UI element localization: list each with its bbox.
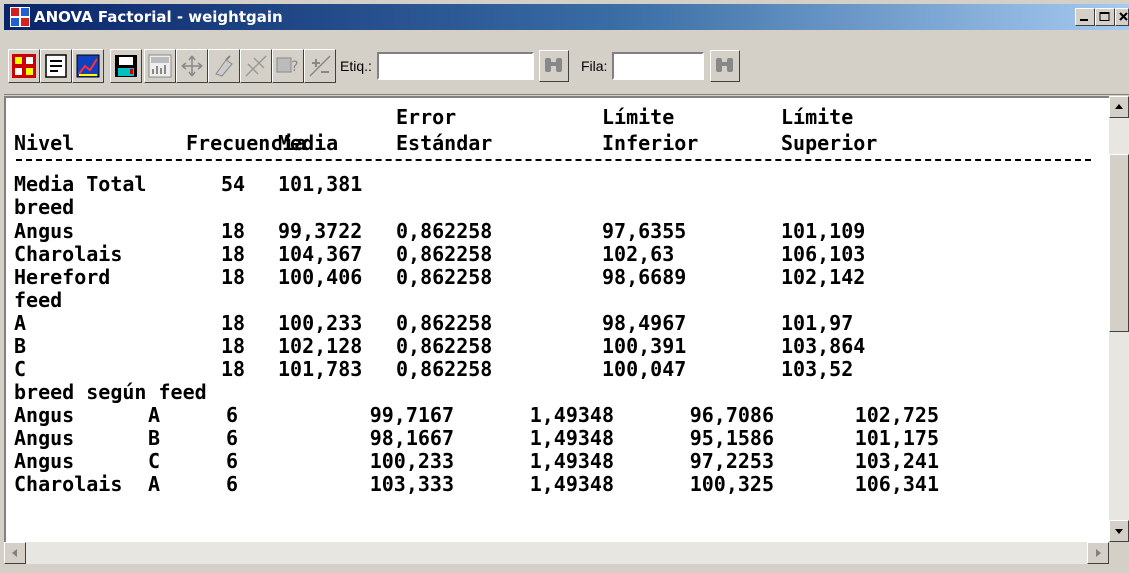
brush-icon bbox=[215, 55, 233, 77]
table-icon bbox=[148, 54, 172, 78]
header-nivel: Nivel bbox=[14, 131, 75, 155]
scatter-button[interactable] bbox=[176, 49, 208, 83]
close-icon bbox=[1119, 12, 1128, 21]
maximize-button[interactable] bbox=[1095, 8, 1115, 26]
save-results-icon bbox=[115, 55, 137, 77]
cell-frecuencia: 18 bbox=[221, 357, 246, 381]
cell-frecuencia: 6 bbox=[225, 472, 238, 496]
fila-input[interactable] bbox=[612, 52, 704, 80]
close-button[interactable] bbox=[1115, 8, 1129, 26]
svg-text:?: ? bbox=[291, 59, 298, 75]
etiq-label: Etiq.: bbox=[340, 58, 372, 74]
plus-minus-button[interactable] bbox=[304, 49, 336, 83]
smooth-icon bbox=[245, 55, 267, 77]
header-media: Media bbox=[278, 131, 339, 155]
cell-error: 0,862258 bbox=[396, 265, 493, 289]
scatter-icon bbox=[181, 55, 203, 77]
header-inferior-1: Límite bbox=[602, 105, 675, 129]
cell-error: 1,49348 bbox=[529, 472, 614, 496]
cell-media: 101,783 bbox=[278, 357, 363, 381]
toolbar: ? Etiq.: Fila: bbox=[4, 32, 1129, 95]
cell-media: 100,406 bbox=[278, 265, 363, 289]
cell-superior: 106,341 bbox=[854, 472, 939, 496]
arrow-left-icon bbox=[12, 549, 17, 557]
cell-inferior: 100,047 bbox=[602, 357, 687, 381]
horizontal-scrollbar[interactable] bbox=[4, 542, 1109, 564]
fila-find-button[interactable] bbox=[710, 50, 740, 82]
scroll-right-button[interactable] bbox=[1087, 542, 1109, 564]
scroll-up-button[interactable] bbox=[1109, 96, 1129, 118]
maximize-icon bbox=[1099, 12, 1110, 21]
header-superior-1: Límite bbox=[781, 105, 854, 129]
graphics-options-icon bbox=[76, 54, 100, 78]
input-dialog-button[interactable] bbox=[8, 49, 40, 83]
graphics-options-button[interactable] bbox=[72, 49, 104, 83]
analysis-options-button[interactable] bbox=[40, 49, 72, 83]
cell-frecuencia: 18 bbox=[221, 265, 246, 289]
save-results-button[interactable] bbox=[110, 49, 142, 83]
cell-error: 0,862258 bbox=[396, 357, 493, 381]
cell-media: 103,333 bbox=[369, 472, 454, 496]
results-pane: Error Límite Límite Nivel Frecuencia Med… bbox=[4, 96, 1109, 542]
cell-inferior: 98,6689 bbox=[602, 265, 687, 289]
input-dialog-icon bbox=[12, 54, 36, 78]
vertical-scrollbar[interactable] bbox=[1109, 96, 1129, 542]
group-label: breed bbox=[14, 195, 75, 219]
cell-media: 101,381 bbox=[278, 172, 363, 196]
cell-frecuencia: 54 bbox=[221, 172, 246, 196]
cell-superior: 102,142 bbox=[781, 265, 866, 289]
window-title: ANOVA Factorial - weightgain bbox=[34, 8, 283, 26]
smooth-button[interactable] bbox=[240, 49, 272, 83]
header-superior-2: Superior bbox=[781, 131, 878, 155]
title-bar[interactable]: ANOVA Factorial - weightgain bbox=[4, 4, 1129, 30]
minimize-button[interactable] bbox=[1075, 8, 1095, 26]
app-grid-icon bbox=[10, 7, 30, 27]
header-error-1: Error bbox=[396, 105, 457, 129]
arrow-right-icon bbox=[1096, 549, 1101, 557]
binoculars-icon bbox=[545, 58, 562, 72]
row-feed: A bbox=[148, 472, 161, 496]
query-button[interactable]: ? bbox=[272, 49, 304, 83]
header-error-2: Estándar bbox=[396, 131, 493, 155]
binoculars-icon bbox=[716, 58, 733, 72]
header-inferior-2: Inferior bbox=[602, 131, 699, 155]
minimize-icon bbox=[1080, 19, 1088, 21]
analysis-options-icon bbox=[45, 54, 67, 78]
arrow-up-icon bbox=[1115, 104, 1123, 109]
anova-window: ANOVA Factorial - weightgain ? Etiq.: Fi… bbox=[0, 0, 1129, 573]
row-breed: Charolais bbox=[14, 472, 123, 496]
plus-minus-icon bbox=[309, 55, 331, 77]
header-divider bbox=[16, 159, 1091, 161]
arrow-down-icon bbox=[1115, 529, 1123, 534]
fila-label: Fila: bbox=[581, 58, 608, 74]
vertical-scroll-thumb[interactable] bbox=[1109, 154, 1129, 332]
scroll-down-button[interactable] bbox=[1109, 520, 1129, 542]
brush-button[interactable] bbox=[208, 49, 240, 83]
cell-superior: 103,52 bbox=[781, 357, 854, 381]
query-icon: ? bbox=[276, 57, 298, 75]
scroll-left-button[interactable] bbox=[4, 542, 26, 564]
etiq-find-button[interactable] bbox=[539, 50, 569, 82]
table-button[interactable] bbox=[144, 49, 176, 83]
etiq-input[interactable] bbox=[377, 52, 534, 80]
cell-inferior: 100,325 bbox=[689, 472, 774, 496]
